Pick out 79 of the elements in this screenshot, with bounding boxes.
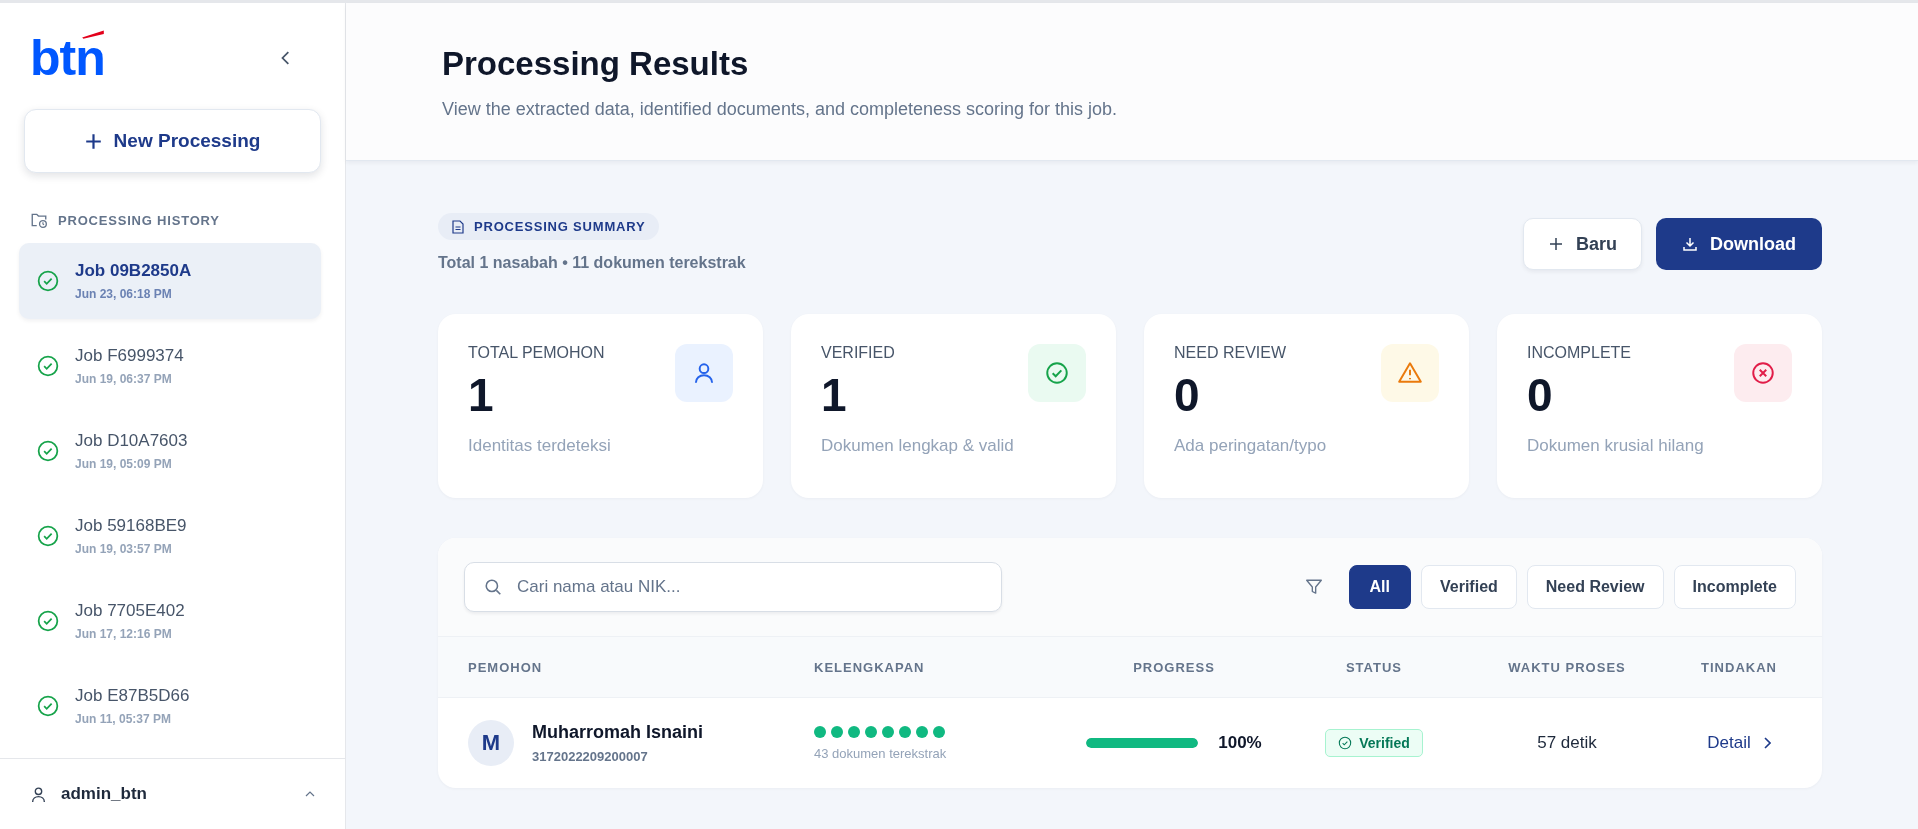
applicant-name: Muharromah Isnaini [532, 722, 704, 743]
search-field[interactable]: Cari nama atau NIK... [464, 562, 1002, 612]
stat-note: Dokumen krusial hilang [1527, 436, 1704, 456]
history-item[interactable]: Job 7705E402 Jun 17, 12:16 PM [19, 583, 321, 659]
job-name: Job 7705E402 [75, 601, 185, 621]
detail-link[interactable]: Detail [1707, 733, 1771, 753]
status-badge: Verified [1325, 729, 1423, 757]
stat-label: NEED REVIEW [1174, 344, 1287, 362]
check-circle-icon [37, 270, 59, 292]
job-name: Job 59168BE9 [75, 516, 187, 536]
history-item[interactable]: Job F6999374 Jun 19, 06:37 PM [19, 328, 321, 404]
search-icon [484, 578, 502, 596]
filter-tab[interactable]: Verified [1421, 565, 1517, 609]
stat-value: 0 [1527, 368, 1554, 422]
history-item[interactable]: Job 09B2850A Jun 23, 06:18 PM [19, 243, 321, 319]
job-date: Jun 19, 06:37 PM [75, 372, 173, 386]
column-header: KELENGKAPAN [814, 659, 926, 675]
job-name: Job F6999374 [75, 346, 184, 366]
job-date: Jun 19, 05:09 PM [75, 457, 173, 471]
user-icon [30, 785, 47, 803]
stat-note: Dokumen lengkap & valid [821, 436, 1014, 456]
stat-label: INCOMPLETE [1527, 344, 1632, 362]
check-circle-icon [37, 610, 59, 632]
history-item[interactable]: Job E87B5D66 Jun 11, 05:37 PM [19, 668, 321, 744]
check-circle-icon [37, 355, 59, 377]
plus-icon [84, 132, 102, 150]
avatar-initial: M [468, 720, 514, 766]
column-header: PROGRESS [1132, 659, 1216, 675]
job-date: Jun 11, 05:37 PM [75, 712, 173, 726]
chevron-up-icon [305, 791, 315, 797]
column-header: PEMOHON [468, 659, 544, 675]
column-header: WAKTU PROSES [1507, 659, 1627, 675]
filter-tab[interactable]: Need Review [1526, 565, 1664, 609]
stat-value: 1 [821, 368, 848, 422]
process-time: 57 detik [1536, 733, 1598, 753]
summary-badge: PROCESSING SUMMARY [438, 213, 660, 240]
check-circle-icon [37, 525, 59, 547]
stat-value: 1 [468, 368, 495, 422]
page-title: Processing Results [442, 45, 750, 83]
job-date: Jun 23, 06:18 PM [75, 287, 173, 301]
check-circle-icon [37, 440, 59, 462]
warning-icon [1381, 344, 1439, 402]
section-heading: PROCESSING HISTORY [58, 212, 220, 228]
plus-icon [1548, 236, 1564, 252]
job-name: Job 09B2850A [75, 261, 192, 281]
stat-value: 0 [1174, 368, 1201, 422]
history-item[interactable]: Job 59168BE9 Jun 19, 03:57 PM [19, 498, 321, 574]
new-processing-button[interactable]: New Processing [24, 109, 321, 173]
chevron-right-icon [1762, 737, 1771, 749]
page-subtitle: View the extracted data, identified documents, and completeness scoring for this job. [442, 99, 1119, 120]
check-circle-icon [37, 695, 59, 717]
person-icon [675, 344, 733, 402]
logo: btn [30, 33, 105, 83]
download-icon [1682, 236, 1698, 252]
add-button[interactable]: Baru [1523, 218, 1642, 270]
check-circle-icon [1338, 736, 1353, 750]
stat-label: TOTAL PEMOHON [468, 344, 606, 362]
stat-label: VERIFIED [821, 344, 896, 362]
stat-note: Identitas terdeteksi [468, 436, 611, 456]
job-date: Jun 19, 03:57 PM [75, 542, 173, 556]
job-name: Job E87B5D66 [75, 686, 190, 706]
column-header: STATUS [1344, 659, 1404, 675]
folder-clock-icon [30, 211, 48, 229]
column-header: TINDAKAN [1700, 659, 1778, 675]
username: admin_btn [61, 784, 148, 804]
applicant-nik: 3172022209200007 [532, 749, 649, 764]
filter-tab[interactable]: All [1348, 565, 1411, 609]
summary-text: Total 1 nasabah • 11 dokumen terekstrak [438, 254, 746, 272]
progress-percent: 100% [1218, 733, 1262, 753]
download-button[interactable]: Download [1656, 218, 1822, 270]
user-menu[interactable]: admin_btn [0, 758, 345, 829]
documents-count: 43 dokumen terekstrak [814, 745, 948, 761]
history-item[interactable]: Job D10A7603 Jun 19, 05:09 PM [19, 413, 321, 489]
job-name: Job D10A7603 [75, 431, 188, 451]
job-date: Jun 17, 12:16 PM [75, 627, 173, 641]
filter-icon [1304, 578, 1323, 596]
stat-note: Ada peringatan/typo [1174, 436, 1327, 456]
document-icon [452, 219, 464, 234]
filter-tab[interactable]: Incomplete [1673, 565, 1796, 609]
